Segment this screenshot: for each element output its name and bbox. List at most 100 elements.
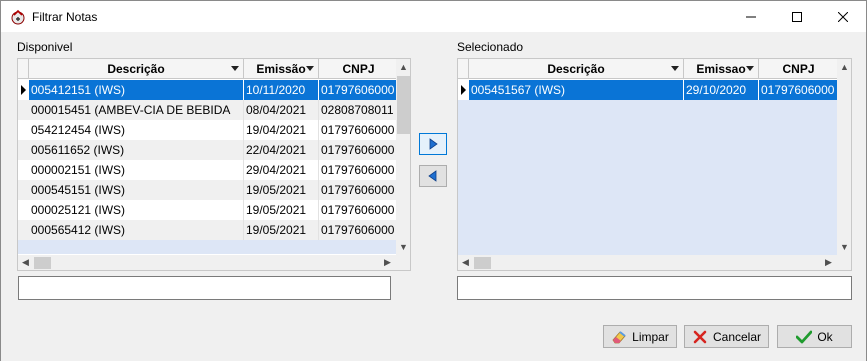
table-row[interactable]: 000025121 (IWS) 19/05/2021 01797606000 (18, 200, 398, 220)
scroll-left-icon[interactable]: ◀ (18, 255, 33, 270)
table-cell: 000025121 (IWS) (29, 200, 244, 220)
ok-button[interactable]: Ok (777, 325, 852, 348)
arrow-right-icon (429, 138, 438, 150)
sort-dropdown-icon (671, 66, 679, 71)
clear-button[interactable]: Limpar (603, 325, 677, 348)
table-cell: 005412151 (IWS) (29, 80, 244, 100)
dialog-body: Disponivel Descrição Emissão CNPJ 005412… (1, 32, 866, 361)
table-cell: 01797606000 (319, 200, 398, 220)
table-cell: 000015451 (AMBEV-CIA DE BEBIDA (29, 100, 244, 120)
scroll-right-icon[interactable]: ▶ (380, 255, 395, 270)
minimize-icon (746, 16, 756, 17)
selected-filter-input[interactable] (457, 276, 852, 300)
table-cell: 22/04/2021 (244, 140, 319, 160)
available-grid-header: Descrição Emissão CNPJ (18, 59, 398, 79)
filter-notes-window: Filtrar Notas Disponivel Descrição Emiss… (0, 0, 867, 361)
column-header-cnpj[interactable]: CNPJ (759, 59, 838, 79)
row-indicator (18, 180, 29, 200)
maximize-button[interactable] (774, 1, 820, 32)
row-indicator (458, 80, 469, 100)
minimize-button[interactable] (728, 1, 774, 32)
cancel-button[interactable]: Cancelar (684, 325, 769, 348)
available-filter-input[interactable] (18, 276, 391, 300)
table-row[interactable]: 000002151 (IWS) 29/04/2021 01797606000 (18, 160, 398, 180)
current-row-icon (21, 85, 26, 95)
row-indicator (18, 80, 29, 100)
table-cell: 005451567 (IWS) (469, 80, 684, 100)
table-cell: 19/05/2021 (244, 180, 319, 200)
eraser-icon (611, 329, 627, 345)
table-cell: 01797606000 (319, 120, 398, 140)
table-row[interactable]: 005412151 (IWS) 10/11/2020 01797606000 (18, 80, 398, 100)
table-cell: 02808708011 (319, 100, 398, 120)
maximize-icon (792, 11, 802, 22)
scroll-down-icon[interactable]: ▼ (837, 239, 851, 254)
available-horizontal-scrollbar[interactable]: ◀ ▶ (18, 255, 410, 270)
table-row[interactable]: 054212454 (IWS) 19/04/2021 01797606000 (18, 120, 398, 140)
available-empty-area (18, 240, 398, 254)
column-header-cnpj[interactable]: CNPJ (319, 59, 398, 79)
table-cell: 000002151 (IWS) (29, 160, 244, 180)
selected-grid-header: Descrição Emissao CNPJ (458, 59, 838, 79)
table-cell: 01797606000 (319, 80, 398, 100)
column-header-descricao[interactable]: Descrição (469, 59, 684, 79)
table-row[interactable]: 000565412 (IWS) 19/05/2021 01797606000 (18, 220, 398, 240)
table-cell: 19/04/2021 (244, 120, 319, 140)
sort-dropdown-icon (306, 66, 314, 71)
app-icon (11, 9, 25, 25)
scroll-right-icon[interactable]: ▶ (821, 255, 836, 270)
column-header-emissao[interactable]: Emissão (244, 59, 319, 79)
column-header-descricao[interactable]: Descrição (29, 59, 244, 79)
close-icon (838, 11, 848, 22)
table-row[interactable]: 005611652 (IWS) 22/04/2021 01797606000 (18, 140, 398, 160)
remove-from-selected-button[interactable] (419, 165, 447, 187)
horizontal-scroll-thumb[interactable] (474, 257, 491, 269)
selected-horizontal-scrollbar[interactable]: ◀ ▶ (458, 255, 851, 270)
x-icon (692, 329, 708, 345)
row-indicator (18, 160, 29, 180)
available-grid[interactable]: Descrição Emissão CNPJ 005412151 (IWS) 10… (17, 58, 411, 271)
row-indicator (18, 200, 29, 220)
table-row[interactable]: 000015451 (AMBEV-CIA DE BEBIDA 08/04/2021… (18, 100, 398, 120)
add-to-selected-button[interactable] (419, 133, 447, 155)
horizontal-scroll-thumb[interactable] (34, 257, 51, 269)
table-cell: 01797606000 (319, 140, 398, 160)
selected-grid[interactable]: Descrição Emissao CNPJ 005451567 (IWS) 29… (457, 58, 852, 271)
table-cell: 29/10/2020 (684, 80, 759, 100)
table-cell: 054212454 (IWS) (29, 120, 244, 140)
scroll-up-icon[interactable]: ▲ (396, 59, 410, 74)
table-cell: 01797606000 (319, 220, 398, 240)
table-cell: 01797606000 (319, 180, 398, 200)
table-cell: 005611652 (IWS) (29, 140, 244, 160)
table-cell: 19/05/2021 (244, 200, 319, 220)
vertical-scroll-thumb[interactable] (397, 76, 410, 134)
table-cell: 10/11/2020 (244, 80, 319, 100)
scroll-down-icon[interactable]: ▼ (396, 239, 410, 254)
row-indicator (18, 220, 29, 240)
available-vertical-scrollbar[interactable]: ▲ ▼ (396, 59, 410, 256)
row-indicator (18, 140, 29, 160)
close-button[interactable] (820, 1, 866, 32)
table-cell: 01797606000 (759, 80, 838, 100)
table-row[interactable]: 000545151 (IWS) 19/05/2021 01797606000 (18, 180, 398, 200)
current-row-icon (461, 85, 466, 95)
table-cell: 01797606000 (319, 160, 398, 180)
selected-vertical-scrollbar[interactable]: ▲ ▼ (837, 59, 851, 256)
table-cell: 19/05/2021 (244, 220, 319, 240)
table-cell: 000565412 (IWS) (29, 220, 244, 240)
table-cell: 08/04/2021 (244, 100, 319, 120)
column-header-emissao[interactable]: Emissao (684, 59, 759, 79)
scroll-up-icon[interactable]: ▲ (837, 59, 851, 74)
check-icon (796, 329, 813, 345)
sort-dropdown-icon (231, 66, 239, 71)
selected-label: Selecionado (457, 40, 524, 54)
table-cell: 29/04/2021 (244, 160, 319, 180)
available-label: Disponivel (17, 40, 73, 54)
scroll-left-icon[interactable]: ◀ (458, 255, 473, 270)
selected-empty-area (458, 100, 838, 255)
table-row[interactable]: 005451567 (IWS) 29/10/2020 01797606000 (458, 80, 838, 100)
row-indicator-header (18, 59, 29, 79)
row-indicator (18, 120, 29, 140)
arrow-left-icon (428, 170, 437, 182)
title-bar[interactable]: Filtrar Notas (1, 1, 866, 32)
